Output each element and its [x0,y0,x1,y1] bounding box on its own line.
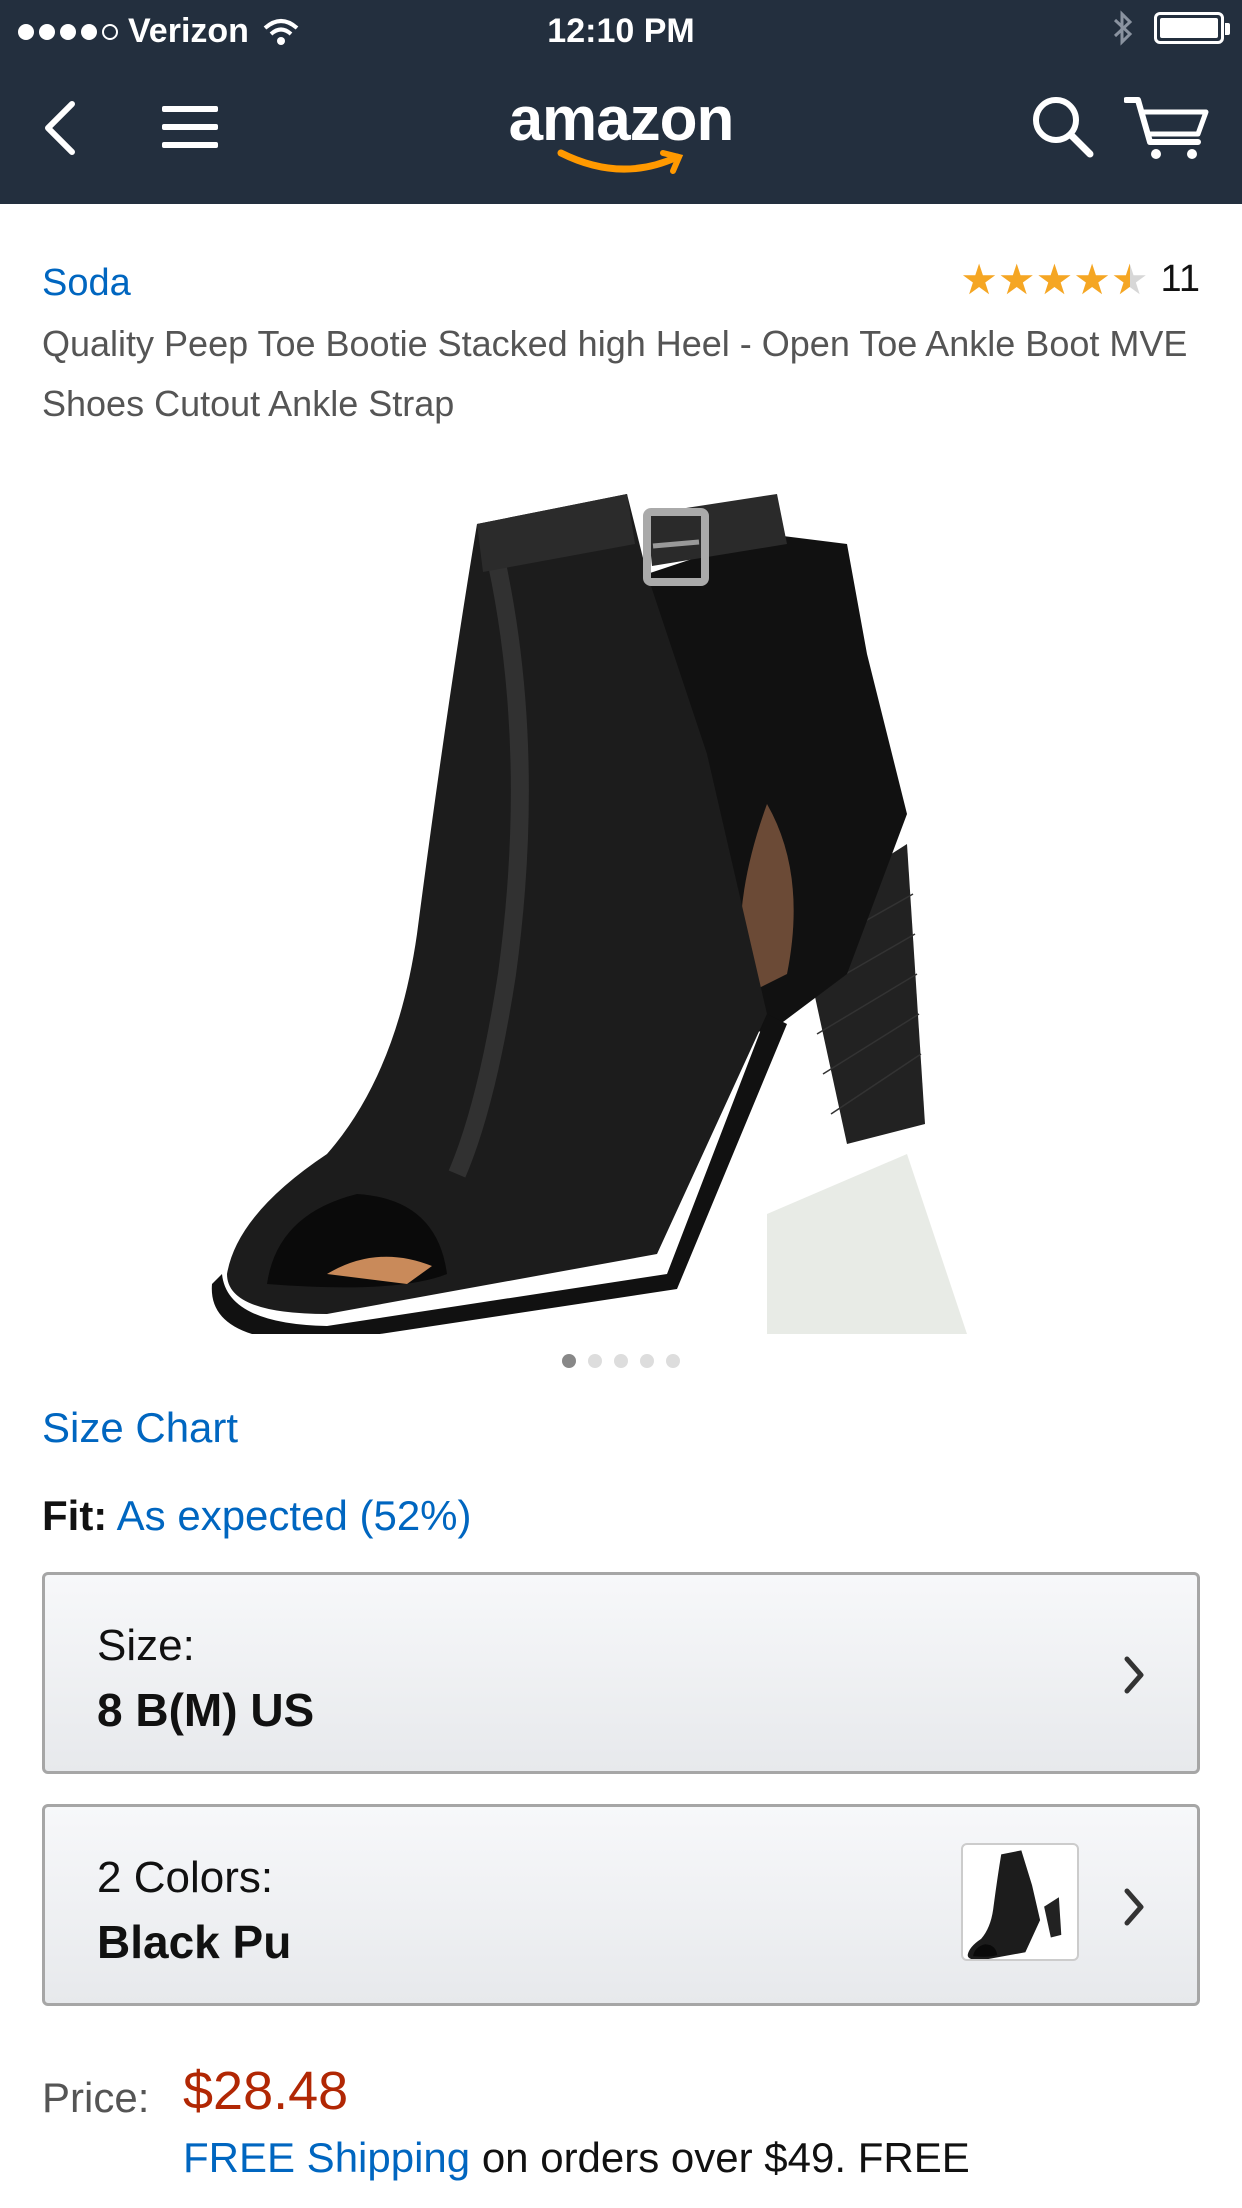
review-count: 11 [1160,258,1200,300]
bluetooth-icon [1113,10,1133,46]
pager-dot[interactable] [562,1354,576,1368]
product-title: Quality Peep Toe Bootie Stacked high Hee… [42,323,1188,424]
price-value: $28.48 [183,2061,349,2121]
pager-dot[interactable] [666,1354,680,1368]
color-value: Black Pu [97,1916,292,1968]
image-pager[interactable] [42,1354,1200,1368]
top-bar: Verizon 12:10 PM amazon [0,0,1242,204]
nav-bar: amazon [0,62,1242,204]
color-swatch-thumbnail [961,1843,1079,1961]
brand-link[interactable]: Soda [42,262,131,305]
status-bar: Verizon 12:10 PM [0,0,1242,62]
chevron-right-icon [1123,1887,1145,1932]
product-image[interactable] [207,454,1057,1334]
pager-dot[interactable] [640,1354,654,1368]
shipping-text: on orders over $49. FREE [470,2134,970,2181]
brand-row: Soda ★ ★ ★ ★ ★ 11 [42,258,1200,308]
size-chart-link[interactable]: Size Chart [42,1404,238,1452]
search-icon[interactable] [1030,94,1094,163]
fit-value-link[interactable]: As expected (52%) [117,1492,472,1539]
rating[interactable]: ★ ★ ★ ★ ★ 11 [960,258,1200,301]
star-rating-icon: ★ ★ ★ ★ ★ [960,255,1149,303]
size-selector[interactable]: Size: 8 B(M) US [42,1572,1200,1774]
battery-icon [1154,12,1230,44]
free-shipping-link[interactable]: FREE Shipping [183,2134,470,2181]
chevron-right-icon [1123,1655,1145,1700]
size-label: Size: [97,1621,195,1670]
color-label: 2 Colors: [97,1853,274,1902]
status-time: 12:10 PM [547,12,695,50]
cart-icon[interactable] [1123,94,1210,169]
fit-row: Fit: As expected (52%) [42,1492,472,1540]
fit-label: Fit: [42,1492,108,1539]
size-value: 8 B(M) US [97,1684,315,1736]
price-label: Price: [42,2074,150,2121]
pager-dot[interactable] [588,1354,602,1368]
color-selector[interactable]: 2 Colors: Black Pu [42,1804,1200,2006]
pager-dot[interactable] [614,1354,628,1368]
shipping-info: FREE Shipping on orders over $49. FREE [183,2134,970,2182]
